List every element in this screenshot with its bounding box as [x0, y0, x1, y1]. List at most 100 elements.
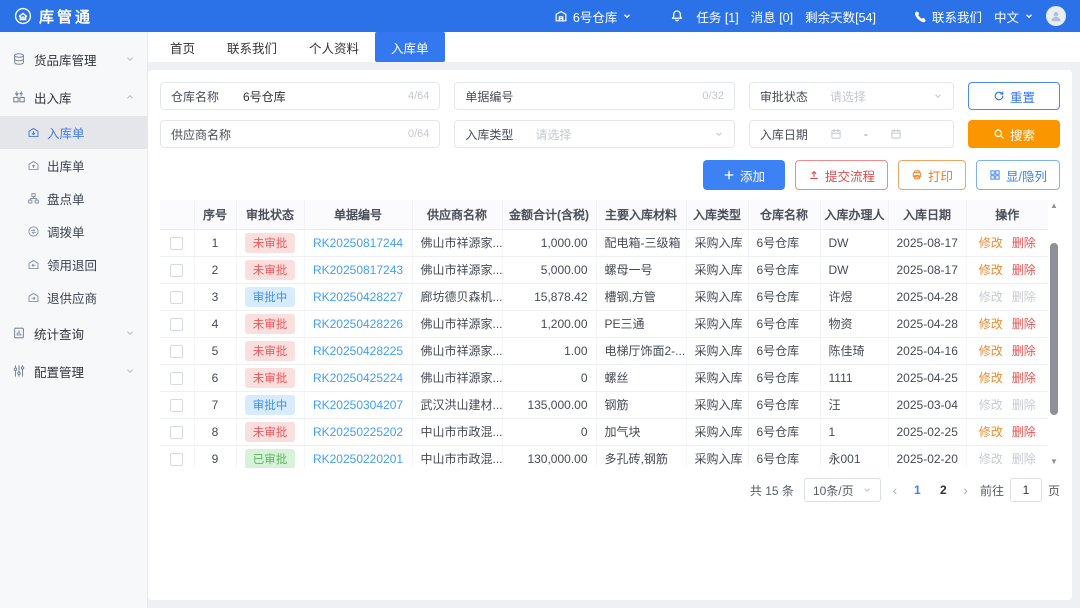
row-checkbox[interactable]: [170, 399, 183, 412]
date-cell: 2025-04-28: [888, 310, 966, 337]
edit-link[interactable]: 修改: [979, 452, 1003, 466]
delete-link[interactable]: 删除: [1012, 236, 1036, 250]
material-cell: 槽钢,方管: [596, 283, 686, 310]
doc-number-link[interactable]: RK20250428226: [313, 317, 403, 331]
sidebar-item-transfer-order[interactable]: 调拨单: [0, 215, 147, 248]
page-number-1[interactable]: 1: [909, 483, 925, 497]
doc-number-link[interactable]: RK20250225202: [313, 425, 403, 439]
supplier-name-field: 供应商名称 0/64: [160, 120, 440, 148]
table-row: 9 已审批 RK20250220201 中山市市政混... 130,000.00…: [160, 445, 1048, 468]
supplier-name-input[interactable]: [241, 126, 400, 142]
toggle-columns-button[interactable]: 显/隐列: [976, 160, 1060, 190]
language-selector[interactable]: 中文: [994, 7, 1034, 26]
sidebar-group-settings[interactable]: 配置管理: [0, 352, 147, 390]
scroll-down-arrow[interactable]: ▼: [1050, 457, 1058, 467]
tab-contact[interactable]: 联系我们: [211, 32, 293, 62]
row-checkbox[interactable]: [170, 426, 183, 439]
sidebar-group-inout[interactable]: 出入库: [0, 78, 147, 116]
inbound-type-cell: 采购入库: [686, 445, 748, 468]
edit-link[interactable]: 修改: [979, 371, 1003, 385]
edit-link[interactable]: 修改: [979, 236, 1003, 250]
sidebar-group-goods[interactable]: 货品库管理: [0, 40, 147, 78]
user-avatar[interactable]: [1046, 6, 1066, 26]
doc-number-input[interactable]: [535, 88, 694, 104]
delete-link[interactable]: 删除: [1012, 344, 1036, 358]
delete-link[interactable]: 删除: [1012, 290, 1036, 304]
chevron-down-icon: [933, 91, 943, 101]
page-size-select[interactable]: 10条/页: [804, 478, 881, 502]
submit-flow-button[interactable]: 提交流程: [795, 160, 888, 190]
page-number-2[interactable]: 2: [935, 483, 951, 497]
next-page-button[interactable]: ›: [961, 482, 970, 498]
doc-number-link[interactable]: RK20250817244: [313, 236, 403, 250]
approval-status-label: 审批状态: [760, 88, 822, 105]
delete-link[interactable]: 删除: [1012, 452, 1036, 466]
delete-link[interactable]: 删除: [1012, 371, 1036, 385]
doc-number-link[interactable]: RK20250220201: [313, 452, 403, 466]
warehouse-selector[interactable]: 6号仓库: [554, 7, 632, 26]
row-checkbox[interactable]: [170, 291, 183, 304]
row-checkbox[interactable]: [170, 345, 183, 358]
sidebar-item-inbound-order[interactable]: 入库单: [0, 116, 147, 149]
tab-profile[interactable]: 个人资料: [293, 32, 375, 62]
row-index: 2: [194, 256, 236, 283]
edit-link[interactable]: 修改: [979, 344, 1003, 358]
inbound-type-select[interactable]: 入库类型 请选择: [454, 120, 734, 148]
edit-link[interactable]: 修改: [979, 398, 1003, 412]
tasks-link[interactable]: 任务 [1]: [696, 7, 738, 26]
doc-number-link[interactable]: RK20250428225: [313, 344, 403, 358]
sidebar-item-return-supplier[interactable]: 退供应商: [0, 281, 147, 314]
row-checkbox[interactable]: [170, 264, 183, 277]
edit-link[interactable]: 修改: [979, 317, 1003, 331]
row-checkbox[interactable]: [170, 453, 183, 466]
header-approval-status: 审批状态: [236, 200, 304, 229]
inbound-date-label: 入库日期: [760, 126, 822, 143]
phone-icon: [914, 10, 927, 23]
edit-link[interactable]: 修改: [979, 263, 1003, 277]
row-checkbox[interactable]: [170, 318, 183, 331]
doc-number-link[interactable]: RK20250304207: [313, 398, 403, 412]
goto-page-input[interactable]: [1010, 478, 1042, 502]
material-cell: 多孔砖,钢筋: [596, 445, 686, 468]
delete-link[interactable]: 删除: [1012, 398, 1036, 412]
goods-db-icon: [12, 52, 26, 66]
delete-link[interactable]: 删除: [1012, 317, 1036, 331]
tab-home[interactable]: 首页: [154, 32, 211, 62]
contact-us-link[interactable]: 联系我们: [914, 7, 982, 26]
delete-link[interactable]: 删除: [1012, 425, 1036, 439]
scroll-up-arrow[interactable]: ▲: [1050, 201, 1058, 211]
edit-link[interactable]: 修改: [979, 290, 1003, 304]
row-checkbox[interactable]: [170, 237, 183, 250]
inbound-type-cell: 采购入库: [686, 337, 748, 364]
doc-number-link[interactable]: RK20250425224: [313, 371, 403, 385]
tab-inbound-order[interactable]: 入库单: [375, 32, 445, 62]
scrollbar-track[interactable]: [1050, 211, 1058, 457]
messages-link[interactable]: 消息 [0]: [751, 7, 793, 26]
sidebar-item-requisition-return[interactable]: 领用退回: [0, 248, 147, 281]
edit-link[interactable]: 修改: [979, 425, 1003, 439]
warehouse-icon: [554, 9, 568, 23]
add-button[interactable]: 添加: [703, 160, 785, 190]
status-badge: 审批中: [245, 395, 296, 415]
row-checkbox[interactable]: [170, 372, 183, 385]
sidebar-item-outbound-order[interactable]: 出库单: [0, 149, 147, 182]
print-button[interactable]: 打印: [898, 160, 966, 190]
inbound-date-range-field[interactable]: 入库日期 -: [749, 120, 954, 148]
supplier-cell: 佛山市祥源家...: [412, 256, 502, 283]
doc-number-link[interactable]: RK20250817243: [313, 263, 403, 277]
chevron-down-icon: [125, 54, 135, 64]
sidebar-item-stocktake-order[interactable]: 盘点单: [0, 182, 147, 215]
approval-status-select[interactable]: 审批状态 请选择: [749, 82, 954, 110]
char-counter: 0/64: [408, 128, 429, 140]
warehouse-cell: 6号仓库: [748, 310, 820, 337]
scrollbar-thumb[interactable]: [1050, 243, 1058, 415]
notifications-bell[interactable]: [670, 9, 684, 23]
delete-link[interactable]: 删除: [1012, 263, 1036, 277]
search-button[interactable]: 搜索: [968, 120, 1060, 148]
warehouse-name-input[interactable]: [241, 88, 400, 104]
row-index: 4: [194, 310, 236, 337]
prev-page-button[interactable]: ‹: [891, 482, 900, 498]
reset-button[interactable]: 重置: [968, 82, 1060, 110]
doc-number-link[interactable]: RK20250428227: [313, 290, 403, 304]
sidebar-group-stats[interactable]: 统计查询: [0, 314, 147, 352]
